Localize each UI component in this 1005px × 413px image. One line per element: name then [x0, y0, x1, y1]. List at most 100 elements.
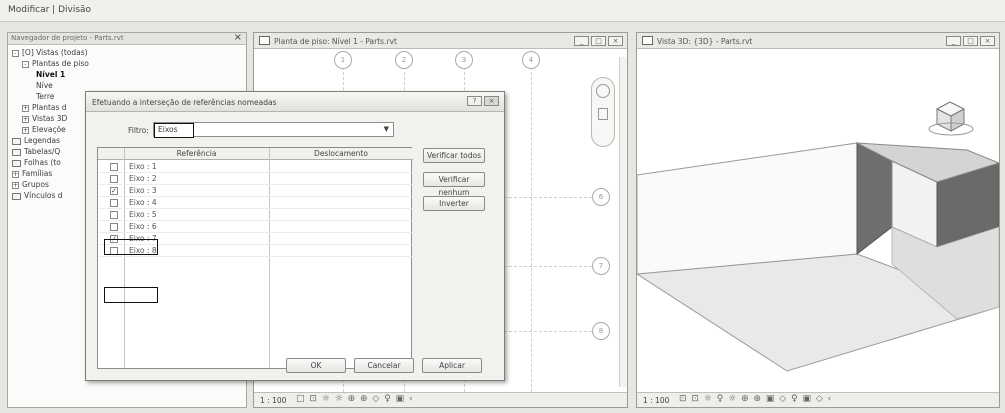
table-row[interactable]: Eixo : 1: [98, 161, 413, 173]
grid-bubble[interactable]: 7: [592, 257, 610, 275]
row-checkbox[interactable]: [110, 175, 118, 183]
view-3d-canvas[interactable]: [637, 49, 999, 392]
ok-button[interactable]: OK: [286, 358, 346, 373]
tree-item[interactable]: Vínculos d: [12, 190, 63, 201]
invert-button[interactable]: Inverter: [423, 196, 485, 211]
row-checkbox[interactable]: ✓: [110, 187, 118, 195]
grid-bubble[interactable]: 6: [592, 188, 610, 206]
dialog-title-bar: Efetuando a interseção de referências no…: [86, 92, 504, 112]
floor-plan-window-title: Planta de piso: Nível 1 - Parts.rvt: [274, 37, 397, 46]
help-icon[interactable]: ?: [467, 96, 482, 106]
collapse-icon[interactable]: -: [22, 60, 29, 68]
cancel-button[interactable]: Cancelar: [354, 358, 414, 373]
table-row[interactable]: Eixo : 5: [98, 209, 413, 221]
check-all-button[interactable]: Verificar todos: [423, 148, 485, 163]
tree-item-label[interactable]: Nível 1: [36, 70, 65, 79]
tree-item-label[interactable]: [O] Vistas (todas): [22, 48, 88, 57]
expand-icon[interactable]: +: [22, 126, 29, 134]
close-icon[interactable]: ×: [234, 32, 242, 43]
folder-icon: [12, 192, 21, 200]
row-checkbox[interactable]: [110, 163, 118, 171]
column-header-offset[interactable]: Deslocamento: [269, 148, 413, 160]
view-icon: [259, 36, 270, 45]
view-3d-window[interactable]: Vista 3D: {3D} - Parts.rvt _ □ × 1 : 100…: [636, 32, 1000, 408]
restore-icon[interactable]: □: [963, 36, 978, 46]
tree-item[interactable]: Níve: [36, 80, 53, 91]
table-row[interactable]: ✓ Eixo : 3: [98, 185, 413, 197]
tree-item[interactable]: + Grupos: [12, 179, 49, 190]
row-checkbox[interactable]: [110, 211, 118, 219]
view-3d-window-header: Vista 3D: {3D} - Parts.rvt _ □ ×: [637, 33, 999, 49]
tree-item-label[interactable]: Famílias: [22, 169, 52, 178]
tree-item-label[interactable]: Terre: [36, 92, 54, 101]
tree-item-label[interactable]: Elevaçõe: [32, 125, 66, 134]
expand-icon[interactable]: +: [12, 181, 19, 189]
tree-item-label[interactable]: Grupos: [22, 180, 49, 189]
3d-model-graphic: [637, 101, 999, 372]
context-tab-title[interactable]: Modificar | Divisão: [8, 5, 91, 15]
apply-button[interactable]: Aplicar: [422, 358, 482, 373]
table-row[interactable]: Eixo : 6: [98, 221, 413, 233]
tree-item-label[interactable]: Níve: [36, 81, 53, 90]
checkbox-column-header: [98, 148, 124, 160]
view-scale[interactable]: 1 : 100: [260, 396, 286, 405]
tree-item[interactable]: + Vistas 3D: [22, 113, 67, 124]
tree-item[interactable]: Tabelas/Q: [12, 146, 60, 157]
tree-item[interactable]: + Famílias: [12, 168, 52, 179]
view-control-bar: 1 : 100 □ ⊡ ☼ ☼ ⊕ ⊕ ◇ ♀ ▣ ‹: [254, 392, 627, 407]
close-icon[interactable]: ×: [608, 36, 623, 46]
navigation-bar[interactable]: [591, 77, 615, 147]
filter-selected-value[interactable]: Eixos: [154, 123, 194, 138]
minimize-icon[interactable]: _: [946, 36, 961, 46]
expand-icon[interactable]: +: [22, 115, 29, 123]
references-table: Referência Deslocamento Eixo : 1 Eixo : 2…: [97, 147, 413, 369]
vertical-scrollbar[interactable]: [619, 57, 627, 387]
tree-item-label[interactable]: Tabelas/Q: [24, 147, 60, 156]
dialog-title: Efetuando a interseção de referências no…: [92, 98, 277, 107]
view-control-bar: 1 : 100 ⊡ ⊡ ☼ ♀ ☼ ⊕ ⊕ ▣ ◇ ♀ ▣ ◇ ‹: [637, 392, 999, 407]
view-scale[interactable]: 1 : 100: [643, 396, 669, 405]
grid-bubble[interactable]: 4: [522, 51, 540, 69]
project-browser-header: Navegador de projeto - Parts.rvt ×: [8, 32, 246, 45]
close-icon[interactable]: ×: [980, 36, 995, 46]
tree-item[interactable]: Nível 1: [36, 69, 65, 80]
reference-name: Eixo : 4: [129, 198, 157, 207]
filter-dropdown[interactable]: Eixos ▼: [153, 122, 394, 138]
row-checkbox[interactable]: [110, 199, 118, 207]
view-control-icons[interactable]: □ ⊡ ☼ ☼ ⊕ ⊕ ◇ ♀ ▣ ‹: [296, 394, 414, 404]
expand-icon[interactable]: +: [22, 104, 29, 112]
steering-wheel-icon[interactable]: [596, 84, 610, 98]
expand-icon[interactable]: +: [12, 170, 19, 178]
tree-item[interactable]: + Plantas d: [22, 102, 67, 113]
row-checkbox[interactable]: [110, 223, 118, 231]
collapse-icon[interactable]: -: [12, 49, 19, 57]
tree-item[interactable]: - Plantas de piso: [22, 58, 89, 69]
view-icon: [642, 36, 653, 45]
tree-item-label[interactable]: Vínculos d: [24, 191, 63, 200]
tree-item[interactable]: - [O] Vistas (todas): [12, 47, 88, 58]
check-none-button[interactable]: Verificar nenhum: [423, 172, 485, 197]
tree-item[interactable]: Legendas: [12, 135, 60, 146]
tree-item[interactable]: + Elevaçõe: [22, 124, 66, 135]
tree-item-label[interactable]: Legendas: [24, 136, 60, 145]
tree-item-label[interactable]: Folhas (to: [24, 158, 61, 167]
chevron-down-icon[interactable]: ▼: [384, 125, 389, 133]
grid-bubble[interactable]: 2: [395, 51, 413, 69]
grid-bubble[interactable]: 8: [592, 322, 610, 340]
tree-item-label[interactable]: Plantas d: [32, 103, 67, 112]
close-icon[interactable]: ×: [484, 96, 499, 106]
restore-icon[interactable]: □: [591, 36, 606, 46]
tree-item-label[interactable]: Vistas 3D: [32, 114, 67, 123]
view-control-icons[interactable]: ⊡ ⊡ ☼ ♀ ☼ ⊕ ⊕ ▣ ◇ ♀ ▣ ◇ ‹: [679, 394, 832, 404]
zoom-icon[interactable]: [598, 108, 608, 120]
tree-item[interactable]: Terre: [36, 91, 54, 102]
tree-item-label[interactable]: Plantas de piso: [32, 59, 89, 68]
grid-bubble[interactable]: 1: [334, 51, 352, 69]
grid-line: [531, 67, 532, 392]
table-row[interactable]: Eixo : 2: [98, 173, 413, 185]
table-row[interactable]: Eixo : 4: [98, 197, 413, 209]
column-header-reference[interactable]: Referência: [124, 148, 269, 160]
minimize-icon[interactable]: _: [574, 36, 589, 46]
grid-bubble[interactable]: 3: [455, 51, 473, 69]
tree-item[interactable]: Folhas (to: [12, 157, 61, 168]
